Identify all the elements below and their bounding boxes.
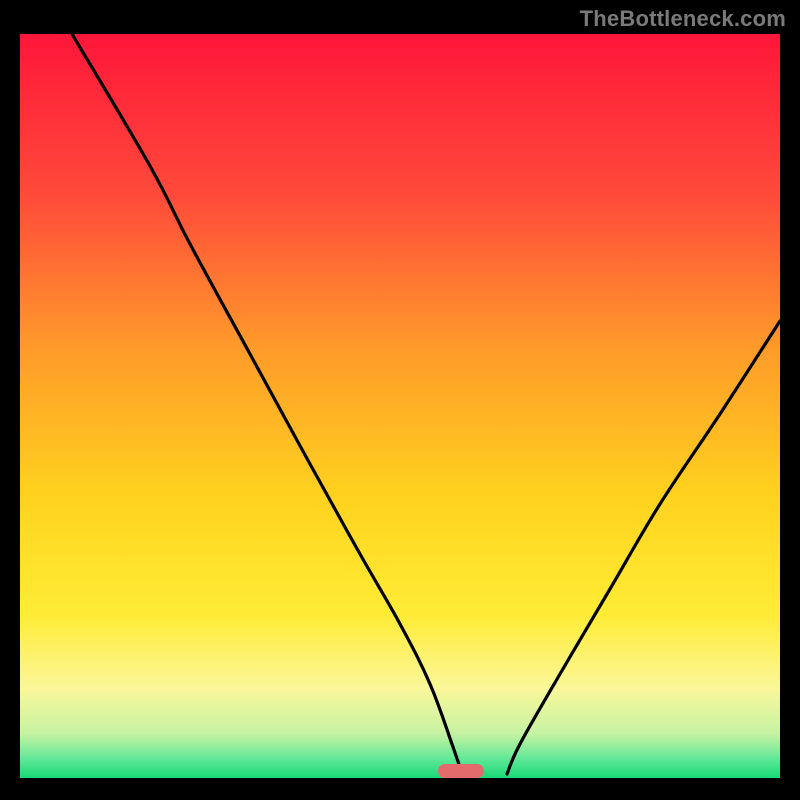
chart-plot-area [20,34,780,778]
watermark-label: TheBottleneck.com [580,6,786,32]
chart-svg [20,34,780,778]
viewport: TheBottleneck.com [0,0,800,800]
optimal-marker [438,764,484,778]
heat-gradient-background [20,34,780,778]
